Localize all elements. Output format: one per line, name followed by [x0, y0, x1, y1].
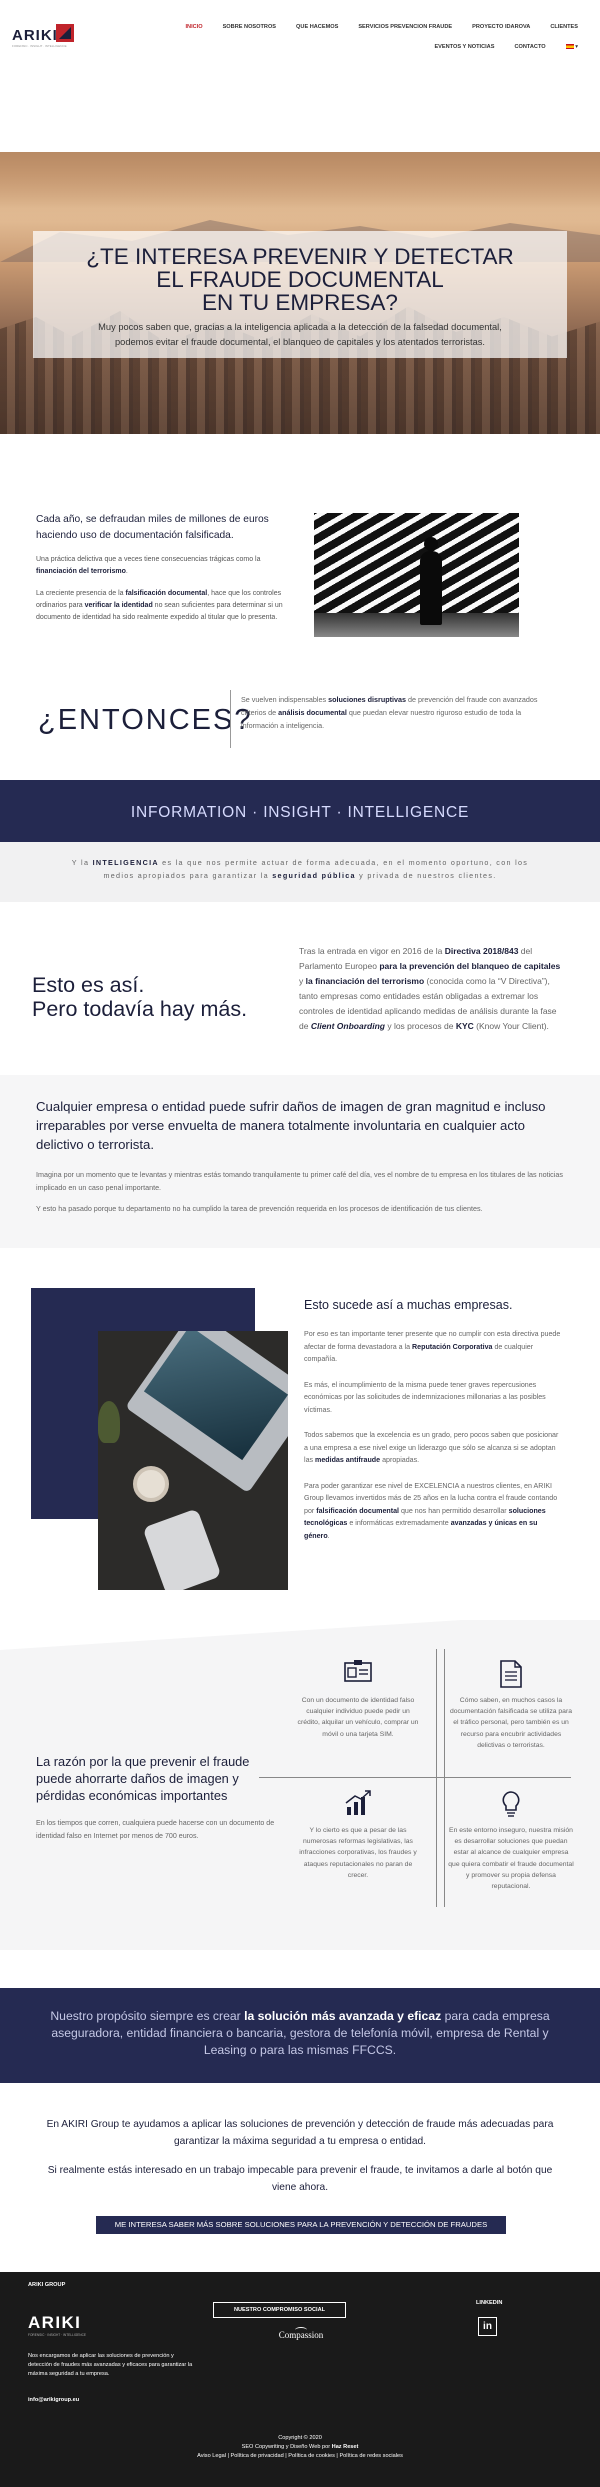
reason-cell-3-text: Y lo cierto es que a pesar de las numero…: [299, 1827, 417, 1879]
compassion-logo[interactable]: Compassion: [271, 2327, 331, 2350]
reason-cell-1: Con un documento de identidad falso cual…: [295, 1659, 421, 1740]
entonces-title: ¿ENTONCES?: [38, 704, 253, 736]
social-commitment-button[interactable]: NUESTRO COMPROMISO SOCIAL: [213, 2302, 346, 2318]
reputation-p2: Y esto ha pasado porque tu departamento …: [36, 1204, 483, 1213]
main-nav: INICIO SOBRE NOSOTROS QUE HACEMOS SERVIC…: [128, 24, 578, 50]
reason-cell-1-text: Con un documento de identidad falso cual…: [297, 1697, 419, 1738]
hero-title-line3: EN TU EMPRESA?: [202, 290, 398, 315]
companies-p3: Todos sabemos que la excelencia es un gr…: [304, 1431, 559, 1464]
intro-lead: Cada año, se defraudan miles de millones…: [36, 514, 269, 541]
reputation-section: Cualquier empresa o entidad puede sufrir…: [0, 1075, 600, 1248]
band-title: INFORMATION · INSIGHT · INTELLIGENCE: [130, 804, 470, 821]
esto-title-line2: Pero todavía hay más.: [32, 997, 248, 1021]
akiri-text: En AKIRI Group te ayudamos a aplicar las…: [40, 2116, 560, 2196]
logo-tagline: FORENSIC · INSIGHT · INTELLIGENCE: [12, 44, 67, 48]
reason-cell-4: En este entorno inseguro, nuestra misión…: [448, 1789, 574, 1892]
hero-subtitle-line1: Muy pocos saben que, gracias a la inteli…: [98, 322, 502, 332]
document-icon: [496, 1659, 526, 1688]
nav-clientes[interactable]: CLIENTES: [550, 24, 578, 30]
hero-title-line1: ¿TE INTERESA PREVENIR Y DETECTAR: [86, 244, 514, 269]
purpose-text: Nuestro propósito siempre es crear la so…: [50, 2009, 550, 2057]
hero-text-box: ¿TE INTERESA PREVENIR Y DETECTAR EL FRAU…: [33, 231, 567, 358]
footer-group-title: ARIKI GROUP: [28, 2282, 66, 2288]
spanish-flag-icon: [565, 44, 574, 50]
logo-mark-icon: [56, 24, 74, 42]
footer-desc: Nos encargamos de aplicar las soluciones…: [28, 2353, 193, 2377]
companies-p4: Para poder garantizar ese nivel de EXCEL…: [304, 1481, 558, 1540]
chart-growth-icon: [343, 1789, 373, 1817]
footer-credits: SEO Copywriting y Diseño Web por Haz Res…: [241, 2444, 359, 2450]
intelligence-text: Y la INTELIGENCIA es la que nos permite …: [71, 858, 529, 880]
linkedin-title: LINKEDIN: [476, 2300, 503, 2306]
purpose-band: Nuestro propósito siempre es crear la so…: [0, 1988, 600, 2083]
footer-logo[interactable]: ARIKI FORENSIC · INSIGHT · INTELLIGENCE: [28, 2313, 88, 2337]
reputation-p1: Imagina por un momento que te levantas y…: [36, 1170, 563, 1192]
reason-cell-2-text: Cómo saben, en muchos casos la documenta…: [449, 1697, 573, 1749]
reason-text: En los tiempos que corren, cualquiera pu…: [36, 1819, 275, 1840]
hero-title-line2: EL FRAUDE DOCUMENTAL: [156, 267, 444, 292]
nav-sobre-nosotros[interactable]: SOBRE NOSOTROS: [223, 24, 276, 30]
esto-title: Esto es así. Pero todavía hay más.: [32, 973, 247, 1021]
hero-banner: ¿TE INTERESA PREVENIR Y DETECTAR EL FRAU…: [0, 152, 600, 434]
desk-laptop-image: [98, 1331, 288, 1595]
reason-cell-2: Cómo saben, en muchos casos la documenta…: [448, 1659, 574, 1751]
nav-contacto[interactable]: CONTACTO: [514, 44, 545, 50]
footer-logo-tagline: FORENSIC · INSIGHT · INTELLIGENCE: [28, 2333, 87, 2337]
akiri-p2: Si realmente estás interesado en un trab…: [47, 2165, 553, 2193]
reason-cell-3: Y lo cierto es que a pesar de las numero…: [295, 1789, 421, 1881]
companies-title: Esto sucede así a muchas empresas.: [304, 1298, 513, 1312]
nav-que-hacemos[interactable]: QUE HACEMOS: [296, 24, 338, 30]
entonces-divider: [230, 690, 231, 748]
hero-subtitle-line2: podemos evitar el fraude documental, el …: [114, 337, 486, 347]
companies-p2: Es más, el incumplimiento de la misma pu…: [304, 1380, 546, 1414]
reputation-title: Cualquier empresa o entidad puede sufrir…: [36, 1099, 546, 1152]
reason-cell-4-text: En este entorno inseguro, nuestra misión…: [448, 1827, 574, 1891]
footer-copyright: Copyright © 2020: [278, 2435, 322, 2441]
grid-divider-v2: [444, 1649, 445, 1907]
compassion-arc-icon: [295, 2327, 307, 2333]
grid-divider-v1: [436, 1649, 437, 1907]
footer-email[interactable]: info@arikigroup.eu: [28, 2396, 79, 2405]
footer-legal-links[interactable]: Aviso Legal | Política de privacidad | P…: [0, 2452, 600, 2461]
intro-text: Cada año, se defraudan miles de millones…: [36, 512, 291, 624]
lightbulb-icon: [496, 1789, 526, 1817]
nav-proyecto-idarova[interactable]: PROYECTO IDAROVA: [472, 24, 530, 30]
esto-title-line1: Esto es así.: [32, 973, 145, 997]
footer-logo-text: ARIKI: [28, 2313, 82, 2332]
intelligence-text-box: Y la INTELIGENCIA es la que nos permite …: [0, 842, 600, 902]
hero-subtitle: Muy pocos saben que, gracias a la inteli…: [33, 320, 567, 350]
cta-button[interactable]: ME INTERESA SABER MÁS SOBRE SOLUCIONES P…: [96, 2216, 506, 2234]
reason-title: La razón por la que prevenir el fraude p…: [36, 1754, 250, 1803]
ariki-logo[interactable]: ARIKI FORENSIC · INSIGHT · INTELLIGENCE: [12, 24, 76, 48]
id-card-icon: [343, 1659, 373, 1687]
esto-text: Tras la entrada en vigor en 2016 de la D…: [299, 946, 561, 1031]
linkedin-icon[interactable]: in: [478, 2317, 497, 2336]
nav-eventos[interactable]: EVENTOS Y NOTICIAS: [434, 44, 494, 50]
hero-title: ¿TE INTERESA PREVENIR Y DETECTAR EL FRAU…: [33, 245, 567, 314]
language-switcher[interactable]: ▾: [546, 44, 578, 50]
reason-grid: Con un documento de identidad falso cual…: [259, 1649, 574, 1907]
companies-text: Esto sucede así a muchas empresas. Por e…: [304, 1298, 562, 1555]
entonces-text: Se vuelven indispensables soluciones dis…: [241, 695, 538, 730]
akiri-p1: En AKIRI Group te ayudamos a aplicar las…: [46, 2119, 554, 2147]
nav-servicios[interactable]: SERVICIOS PREVENCION FRAUDE: [358, 24, 452, 30]
logo-text: ARIKI: [12, 27, 58, 44]
hero-sky: [0, 152, 600, 222]
intro-p1: Una práctica delictiva que a veces tiene…: [36, 556, 261, 575]
intro-p2: La creciente presencia de la falsificaci…: [36, 590, 283, 621]
language-caret: ▾: [575, 44, 578, 50]
silhouette-image: [314, 513, 519, 637]
nav-inicio[interactable]: INICIO: [185, 24, 202, 30]
grid-divider-h: [259, 1777, 571, 1778]
companies-p1: Por eso es tan importante tener presente…: [304, 1330, 561, 1363]
intelligence-band: INFORMATION · INSIGHT · INTELLIGENCE: [0, 780, 600, 850]
site-header: ARIKI FORENSIC · INSIGHT · INTELLIGENCE …: [0, 0, 600, 68]
